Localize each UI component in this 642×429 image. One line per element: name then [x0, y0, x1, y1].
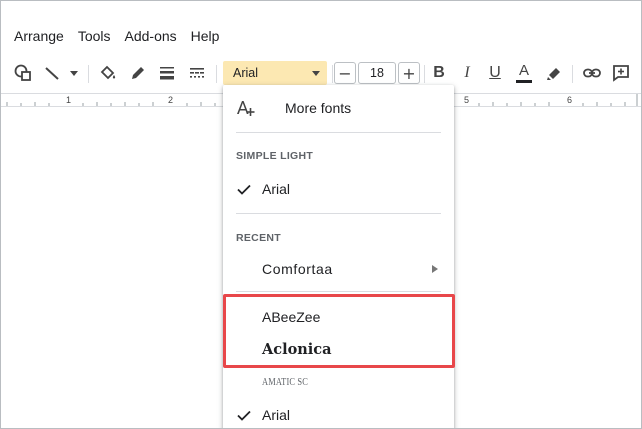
ruler-number: 1: [66, 95, 72, 105]
font-item-arial[interactable]: Arial: [223, 401, 454, 428]
font-label: Comfortaa: [262, 261, 333, 277]
submenu-arrow-icon: [432, 265, 438, 273]
font-family-select[interactable]: Arial: [223, 61, 327, 85]
menu-help[interactable]: Help: [184, 23, 227, 49]
chevron-down-icon: [312, 71, 320, 76]
text-color-label: A: [518, 62, 529, 79]
font-item-theme-arial[interactable]: Arial: [223, 175, 454, 203]
add-comment-icon[interactable]: [609, 59, 633, 87]
menu-divider: [236, 213, 441, 214]
border-weight-icon[interactable]: [156, 59, 178, 87]
underline-button[interactable]: U: [483, 61, 507, 85]
ruler-number: 5: [464, 95, 470, 105]
menu-arrange[interactable]: Arrange: [1, 23, 71, 49]
border-color-icon[interactable]: [127, 59, 149, 87]
font-dropdown-menu: More fonts SIMPLE LIGHT Arial RECENT Com…: [223, 85, 454, 428]
highlight-color-icon[interactable]: [542, 59, 566, 87]
menu-divider: [236, 291, 441, 292]
toolbar-divider: [332, 65, 333, 83]
font-family-value: Arial: [233, 66, 259, 80]
border-dash-icon[interactable]: [186, 59, 208, 87]
bold-button[interactable]: B: [427, 61, 451, 85]
toolbar-divider: [424, 65, 425, 83]
text-color-swatch: [516, 80, 532, 83]
app-window: Arrange Tools Add-ons Help Arial − 18 + …: [0, 0, 642, 429]
font-label: AMATIC SC: [262, 376, 309, 388]
decrease-font-size-button[interactable]: −: [334, 62, 356, 84]
menu-divider: [236, 132, 441, 133]
font-item-amatic-sc[interactable]: AMATIC SC: [223, 368, 454, 396]
text-color-button[interactable]: A: [512, 61, 536, 85]
font-label: Arial: [262, 407, 291, 423]
more-fonts-label: More fonts: [285, 100, 352, 116]
highlight-annotation-box: [223, 294, 455, 368]
toolbar-divider: [572, 65, 573, 83]
menu-add-ons[interactable]: Add-ons: [118, 23, 184, 49]
section-heading-recent: RECENT: [236, 232, 281, 244]
menu-bar: Arrange Tools Add-ons Help: [1, 23, 226, 49]
fill-color-icon[interactable]: [96, 59, 120, 87]
checkmark-icon: [236, 181, 252, 202]
font-label: Arial: [262, 181, 291, 197]
line-icon[interactable]: [41, 59, 63, 87]
ruler-number: 2: [168, 95, 174, 105]
font-item-comfortaa[interactable]: Comfortaa: [223, 255, 454, 283]
toolbar-divider: [88, 65, 89, 83]
ruler-number: 6: [567, 95, 573, 105]
italic-button[interactable]: I: [455, 61, 479, 85]
shape-icon[interactable]: [11, 59, 35, 87]
more-fonts-icon: [235, 98, 255, 123]
checkmark-icon: [236, 407, 252, 428]
menu-tools[interactable]: Tools: [71, 23, 118, 49]
more-fonts-item[interactable]: More fonts: [223, 94, 454, 122]
font-size-input[interactable]: 18: [358, 62, 396, 84]
increase-font-size-button[interactable]: +: [398, 62, 420, 84]
section-heading-theme: SIMPLE LIGHT: [236, 150, 314, 162]
line-dropdown-chevron-icon[interactable]: [67, 59, 81, 87]
toolbar-divider: [216, 65, 217, 83]
insert-link-icon[interactable]: [580, 59, 604, 87]
